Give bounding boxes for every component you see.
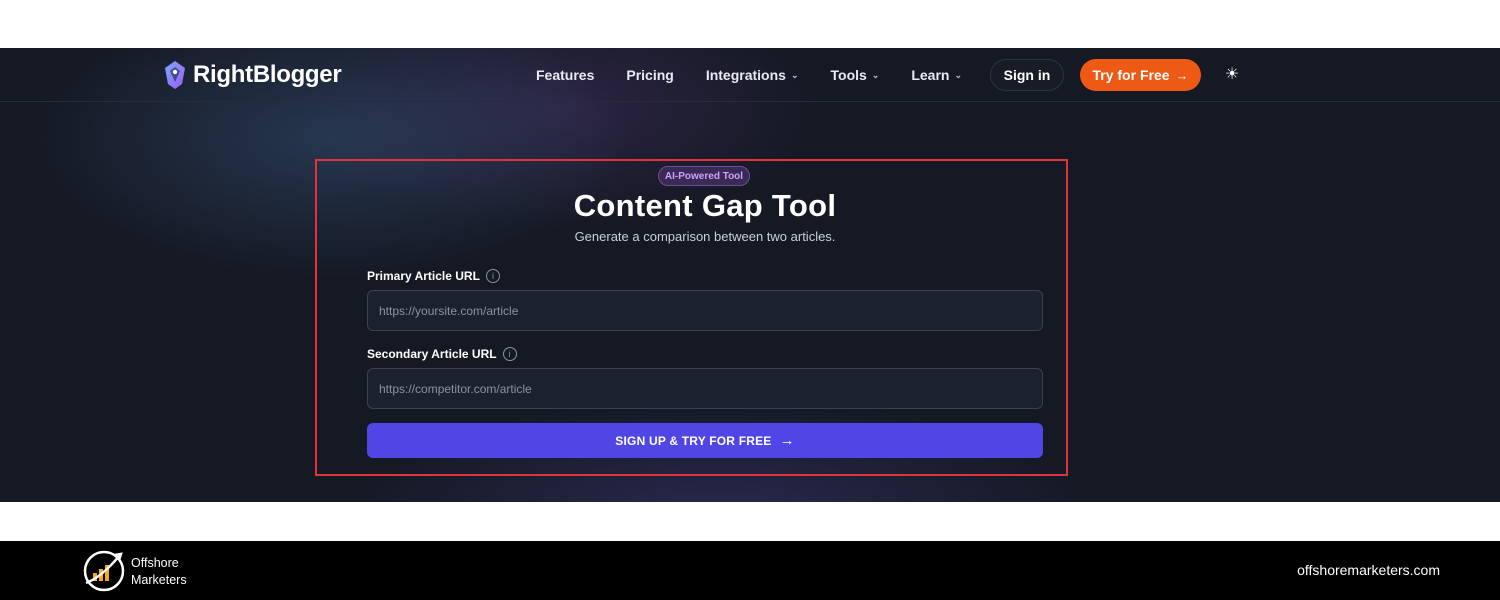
sign-up-try-label: SIGN UP & TRY FOR FREE [615, 433, 772, 448]
try-for-free-label: Try for Free [1092, 67, 1170, 83]
primary-url-input[interactable] [367, 290, 1043, 331]
rightblogger-logo-icon [165, 61, 185, 89]
tool-subtitle: Generate a comparison between two articl… [574, 229, 836, 244]
footer-brand: Offshore Marketers [131, 555, 187, 589]
footer-bar: Offshore Marketers offshoremarketers.com [0, 541, 1500, 600]
nav-features[interactable]: Features [536, 67, 594, 83]
secondary-url-input[interactable] [367, 368, 1043, 409]
app-screenshot: RightBlogger Features Pricing Integratio… [0, 48, 1500, 502]
chevron-down-icon: ⌄ [871, 69, 880, 80]
chevron-down-icon: ⌄ [790, 69, 799, 80]
arrow-right-icon: → [779, 432, 795, 449]
top-navigation: RightBlogger Features Pricing Integratio… [0, 48, 1500, 102]
nav-tools-label: Tools [830, 67, 867, 83]
secondary-url-label: Secondary Article URL i [367, 347, 517, 361]
chevron-down-icon: ⌄ [954, 69, 963, 80]
info-icon[interactable]: i [485, 269, 500, 283]
info-icon[interactable]: i [502, 347, 517, 361]
nav-integrations-label: Integrations [705, 67, 786, 83]
nav-pricing-label: Pricing [626, 67, 674, 83]
nav-tools[interactable]: Tools ⌄ [831, 67, 880, 83]
sun-icon[interactable]: ☀ [1221, 63, 1243, 85]
nav-integrations[interactable]: Integrations ⌄ [706, 67, 799, 83]
nav-learn[interactable]: Learn ⌄ [911, 67, 962, 83]
nav-learn-label: Learn [911, 67, 950, 83]
primary-url-label-text: Primary Article URL [367, 269, 480, 283]
nav-pricing[interactable]: Pricing [626, 67, 673, 83]
sign-up-try-button[interactable]: SIGN UP & TRY FOR FREE → [367, 423, 1043, 458]
arrow-right-icon: → [1175, 67, 1189, 83]
sign-in-button[interactable]: Sign in [990, 59, 1064, 91]
offshore-marketers-logo-icon [83, 550, 125, 592]
footer-site-url[interactable]: offshoremarketers.com [1297, 562, 1440, 578]
nav-links: Features Pricing Integrations ⌄ Tools ⌄ Le… [536, 48, 994, 102]
sign-in-label: Sign in [1003, 67, 1051, 83]
nav-features-label: Features [536, 67, 595, 83]
try-for-free-button[interactable]: Try for Free → [1080, 59, 1201, 91]
footer-brand-line2: Marketers [131, 573, 187, 587]
ai-powered-badge: AI-Powered Tool [658, 166, 750, 186]
secondary-url-label-text: Secondary Article URL [367, 347, 497, 361]
primary-url-label: Primary Article URL i [367, 269, 500, 283]
footer-brand-line1: Offshore [131, 556, 179, 570]
tool-title: Content Gap Tool [573, 188, 837, 223]
brand-logo[interactable]: RightBlogger [163, 59, 342, 91]
brand-name: RightBlogger [193, 61, 342, 88]
